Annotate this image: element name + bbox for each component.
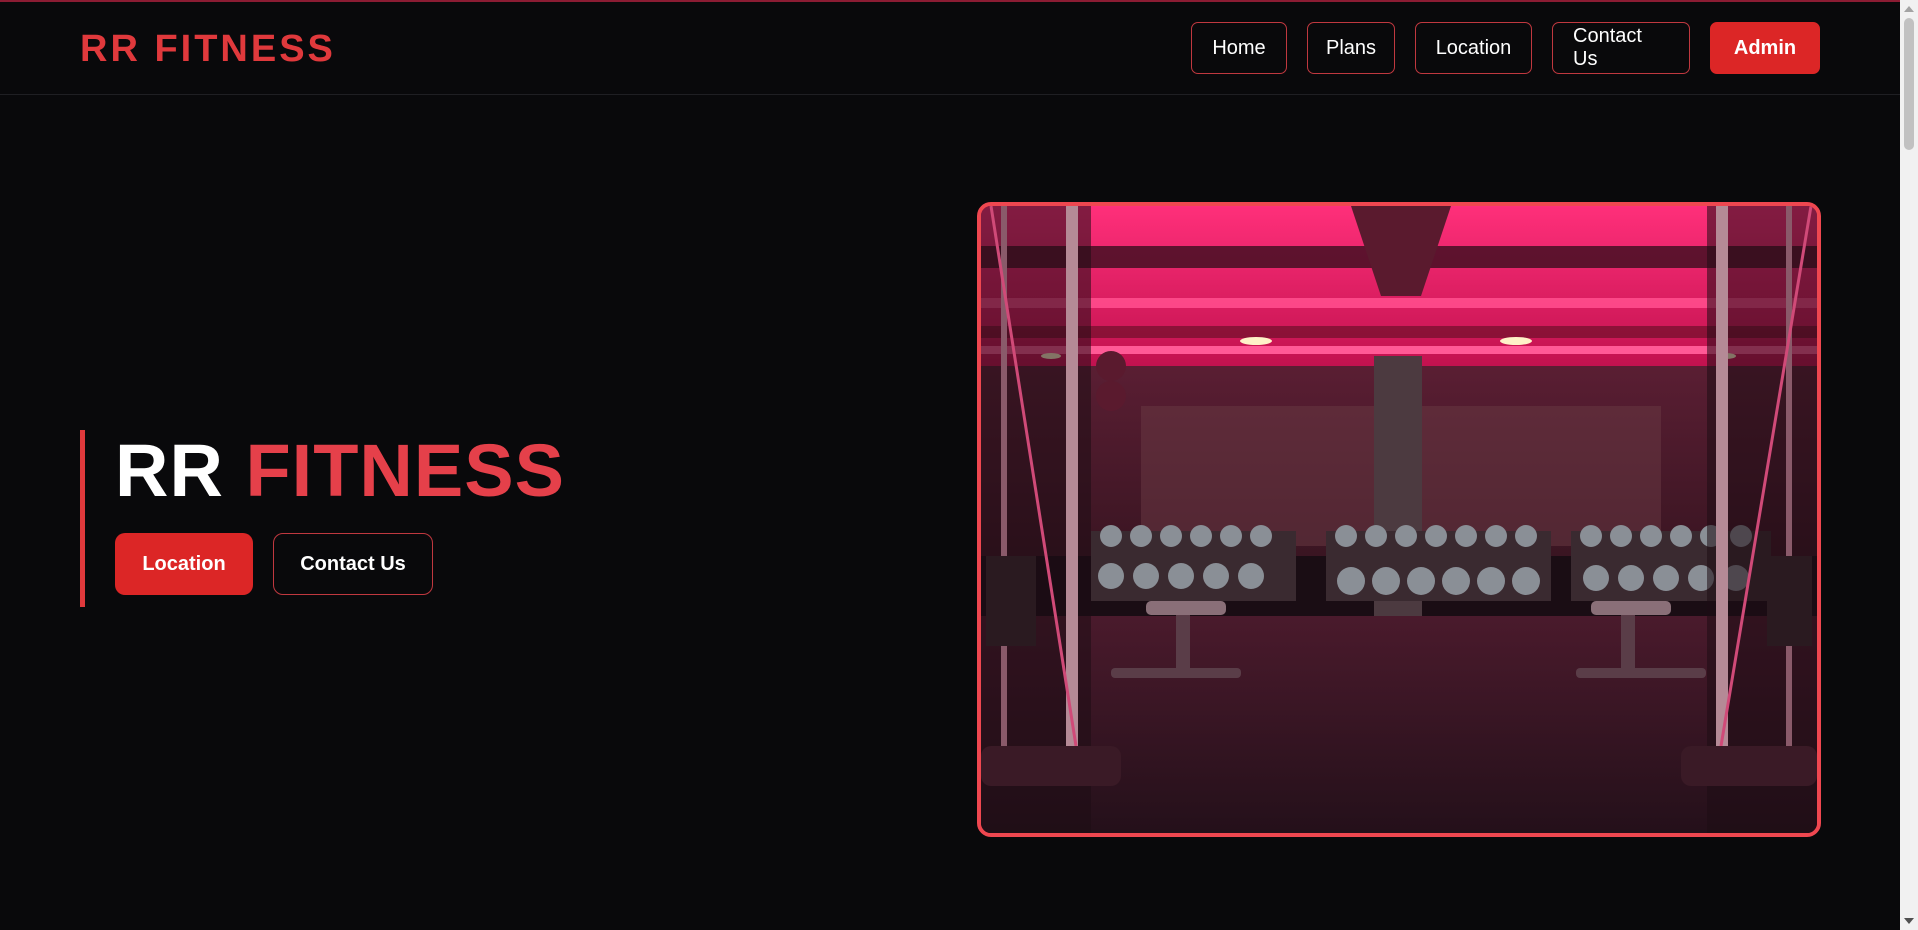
page: RR FITNESS Home Plans Location Contact U… — [0, 0, 1918, 930]
scroll-thumb[interactable] — [1904, 18, 1914, 150]
hero-buttons: Location Contact Us — [115, 533, 565, 595]
hero-contact-button[interactable]: Contact Us — [273, 533, 433, 595]
brand-logo[interactable]: RR FITNESS — [80, 28, 336, 71]
nav-admin-button[interactable]: Admin — [1710, 22, 1820, 74]
nav-plans-button[interactable]: Plans — [1307, 22, 1395, 74]
nav-home-button[interactable]: Home — [1191, 22, 1287, 74]
page-scrollbar[interactable] — [1900, 0, 1918, 930]
site-header: RR FITNESS Home Plans Location Contact U… — [0, 2, 1900, 95]
chevron-up-icon[interactable] — [1904, 6, 1914, 12]
gym-illustration — [981, 206, 1817, 833]
nav-contact-button[interactable]: Contact Us — [1552, 22, 1690, 74]
hero-title: RR FITNESS — [115, 430, 565, 512]
hero-location-button[interactable]: Location — [115, 533, 253, 595]
hero-content: RR FITNESS Location Contact Us — [80, 430, 565, 607]
gym-interior-image — [977, 202, 1821, 837]
hero-title-white: RR — [115, 429, 224, 512]
main-nav: Home Plans Location Contact Us Admin — [1191, 22, 1820, 74]
nav-location-button[interactable]: Location — [1415, 22, 1532, 74]
hero-title-red: FITNESS — [245, 429, 565, 512]
chevron-down-icon[interactable] — [1904, 918, 1914, 924]
